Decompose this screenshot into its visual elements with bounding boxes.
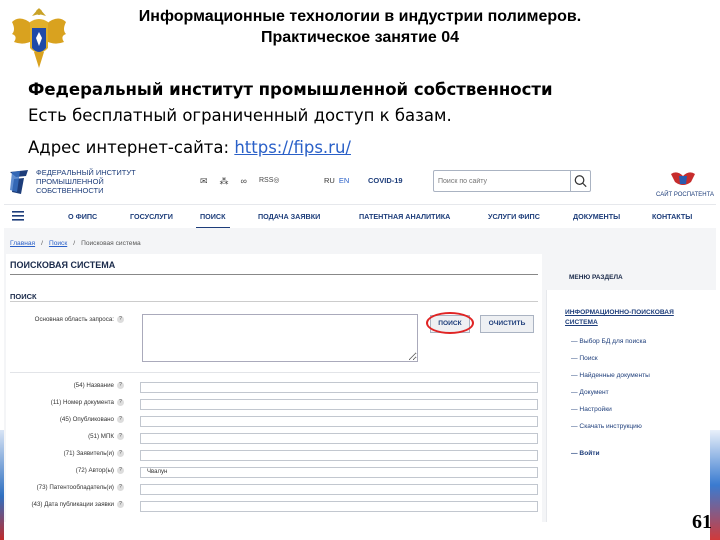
field-label-application-date: (43) Дата публикации заявки? [6,501,124,508]
slide-title-line-1: Информационные технологии в индустрии по… [138,8,582,25]
slide-title: Информационные технологии в индустрии по… [80,6,640,48]
section-menu-heading: МЕНЮ РАЗДЕЛА [569,274,623,281]
nav-item-gosuslugi[interactable]: ГОСУСЛУГИ [130,212,173,221]
field-label-text: (54) Название [73,382,114,390]
field-label-text: (51) МПК [88,433,114,441]
field-label-text: (71) Заявитель(и) [63,450,114,458]
field-label-author: (72) Автор(ы)? [6,467,124,474]
mail-icon[interactable]: ✉ [200,176,208,187]
site-header: ФЕДЕРАЛЬНЫЙ ИНСТИТУТ ПРОМЫШЛЕННОЙ СОБСТВ… [4,162,716,204]
help-icon[interactable]: ? [117,399,124,406]
glasses-icon[interactable]: ∞ [241,176,247,187]
field-label-published: (45) Опубликовано? [6,416,124,423]
menu-item-settings[interactable]: — Настройки [571,406,612,413]
menu-item-download-guide[interactable]: — Скачать инструкцию [571,423,642,430]
lang-en[interactable]: EN [339,176,349,185]
field-label-title: (54) Название? [6,382,124,389]
fips-url-link[interactable]: https://fips.ru/ [234,138,351,157]
field-label-text: (43) Дата публикации заявки [31,501,114,509]
organization-title: Федеральный институт промышленной собств… [28,80,553,99]
address-line: Адрес интернет-сайта: https://fips.ru/ [28,138,351,157]
lang-ru[interactable]: RU [324,176,335,185]
field-input-ipc[interactable] [140,433,538,444]
page-number: 61 [692,511,712,533]
field-label-applicant: (71) Заявитель(и)? [6,450,124,457]
help-icon[interactable]: ? [117,316,124,323]
field-label-doc-number: (11) Номер документа? [6,399,124,406]
field-label-text: (73) Патентообладатель(и) [36,484,114,492]
address-label: Адрес интернет-сайта: [28,138,230,157]
rospatent-label[interactable]: САЙТ РОСПАТЕНТА [656,192,714,198]
field-input-application-date[interactable] [140,501,538,512]
page-title: ПОИСКОВАЯ СИСТЕМА [10,260,116,270]
search-form-panel: ПОИСКОВАЯ СИСТЕМА ПОИСК Основная область… [6,254,542,522]
menu-item-db-select[interactable]: — Выбор БД для поиска [571,338,646,345]
header-tools: ✉ ⁂ ∞ RSS◎ [200,176,279,187]
help-icon[interactable]: ? [117,450,124,457]
menu-item-document[interactable]: — Документ [571,389,609,396]
title-divider [10,274,538,275]
clear-button[interactable]: ОЧИСТИТЬ [480,315,534,333]
nav-item-search[interactable]: ПОИСК [196,212,229,229]
field-label-text: (45) Опубликовано [59,416,114,424]
field-label-patent-owner: (73) Патентообладатель(и)? [6,484,124,491]
section-divider [10,301,538,302]
field-input-applicant[interactable] [140,450,538,461]
nav-item-services[interactable]: УСЛУГИ ФИПС [488,212,540,221]
slide-title-line-2: Практическое занятие 04 [260,29,460,46]
menu-item-found-docs[interactable]: — Найденные документы [571,372,650,379]
menu-item-login[interactable]: — Войти [571,450,600,457]
nav-item-documents[interactable]: ДОКУМЕНТЫ [573,212,620,221]
field-label-text: (72) Автор(ы) [75,467,114,475]
help-icon[interactable]: ? [117,467,124,474]
rospatent-emblem-icon[interactable] [669,168,697,190]
breadcrumb: Главная / Поиск / Поисковая система [10,240,141,247]
help-icon[interactable]: ? [117,416,124,423]
hamburger-menu-icon[interactable] [12,211,24,221]
main-nav: О ФИПС ГОСУСЛУГИ ПОИСК ПОДАЧА ЗАЯВКИ ПАТ… [4,204,716,229]
section-title: ПОИСК [10,292,37,301]
highlight-circle [426,312,474,334]
menu-item-search[interactable]: — Поиск [571,355,598,362]
help-icon[interactable]: ? [117,433,124,440]
form-divider [10,372,540,373]
section-menu: МЕНЮ РАЗДЕЛА ИНФОРМАЦИОННО-ПОИСКОВАЯ СИС… [546,274,716,522]
covid-link[interactable]: COVID-19 [368,176,403,185]
nav-item-about[interactable]: О ФИПС [68,212,97,221]
breadcrumb-search[interactable]: Поиск [49,240,67,247]
site-search-input[interactable] [438,175,566,188]
rss-label: RSS [258,177,274,184]
site-search-box [433,170,591,192]
section-menu-group[interactable]: ИНФОРМАЦИОННО-ПОИСКОВАЯ СИСТЕМА [565,308,685,328]
sitemap-icon[interactable]: ⁂ [220,176,229,187]
field-input-author[interactable]: Чвалун [140,467,538,478]
nav-item-contacts[interactable]: КОНТАКТЫ [652,212,692,221]
breadcrumb-home[interactable]: Главная [10,240,35,247]
main-query-label-text: Основная область запроса: [34,316,114,324]
main-query-textarea[interactable] [142,314,418,362]
main-query-label: Основная область запроса:? [6,316,124,323]
fips-logo-text: ФЕДЕРАЛЬНЫЙ ИНСТИТУТ ПРОМЫШЛЕННОЙ СОБСТВ… [36,168,136,195]
field-input-published[interactable] [140,416,538,427]
nav-item-filing[interactable]: ПОДАЧА ЗАЯВКИ [258,212,320,221]
search-icon[interactable] [570,171,590,191]
fips-logo-icon[interactable] [8,168,30,196]
description-text: Есть бесплатный ограниченный доступ к ба… [28,106,452,125]
field-input-doc-number[interactable] [140,399,538,410]
field-label-text: (11) Номер документа [50,399,114,407]
breadcrumb-current: Поисковая система [81,240,141,247]
rss-link[interactable]: RSS◎ [259,176,280,187]
help-icon[interactable]: ? [117,382,124,389]
field-input-title[interactable] [140,382,538,393]
field-label-ipc: (51) МПК? [6,433,124,440]
decorative-band-left [0,430,4,540]
language-switch: RU EN [324,176,349,185]
russian-eagle-emblem-icon [12,8,66,68]
help-icon[interactable]: ? [117,501,124,508]
nav-item-analytics[interactable]: ПАТЕНТНАЯ АНАЛИТИКА [359,212,450,221]
help-icon[interactable]: ? [117,484,124,491]
fips-website-screenshot: ФЕДЕРАЛЬНЫЙ ИНСТИТУТ ПРОМЫШЛЕННОЙ СОБСТВ… [4,162,716,522]
field-input-patent-owner[interactable] [140,484,538,495]
